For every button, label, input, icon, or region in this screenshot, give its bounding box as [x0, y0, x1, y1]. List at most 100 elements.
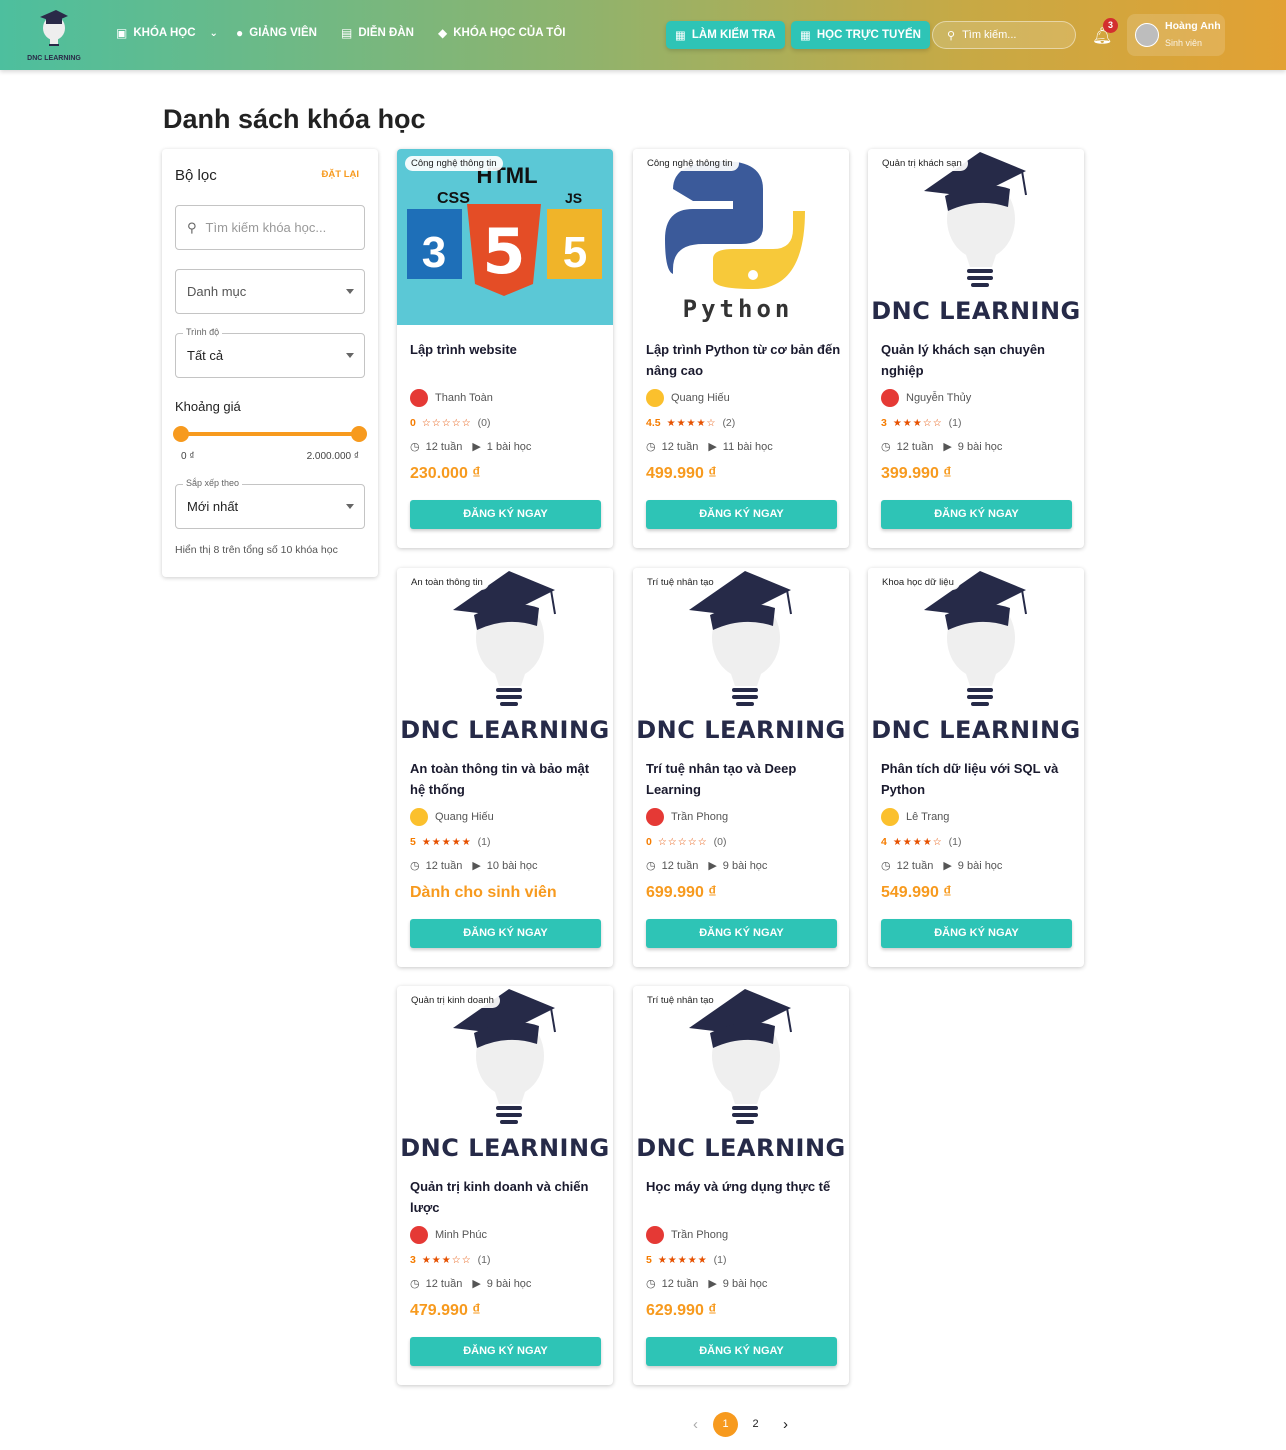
- course-title[interactable]: Quản trị kinh doanh và chiến lược: [410, 1176, 605, 1218]
- reset-button[interactable]: ĐẶT LẠI: [322, 169, 359, 180]
- nav-instructors[interactable]: ● GIẢNG VIÊN: [236, 26, 317, 40]
- level-select[interactable]: Trình độ Tất cả: [175, 327, 365, 378]
- lesson-count: 9 bài học: [486, 1277, 532, 1290]
- instructor-avatar: [410, 389, 428, 407]
- course-title[interactable]: Lập trình Python từ cơ bản đến nâng cao: [646, 339, 841, 381]
- review-count: (0): [477, 417, 491, 429]
- course-card[interactable]: DNC LEARNING Quản trị khách sạn Quản lý k…: [868, 149, 1084, 548]
- course-price: 549.990 ₫: [881, 884, 952, 901]
- course-thumbnail[interactable]: Python Công nghệ thông tin: [633, 149, 849, 325]
- svg-text:Python: Python: [683, 295, 794, 323]
- header-search-input[interactable]: ⚲ Tìm kiếm...: [932, 21, 1076, 49]
- duration: 12 tuần: [425, 859, 463, 872]
- duration: 12 tuần: [661, 859, 699, 872]
- rating-value: 0: [410, 417, 416, 429]
- prev-page-button[interactable]: ‹: [683, 1412, 708, 1437]
- lesson-count: 9 bài học: [957, 859, 1003, 872]
- category-select[interactable]: Danh mục: [175, 269, 365, 314]
- avatar: [1135, 23, 1159, 47]
- nav-forum[interactable]: ▤ DIỄN ĐÀN: [341, 26, 414, 40]
- course-meta: ◷ 12 tuần ▶ 10 bài học: [410, 859, 538, 873]
- play-circle-icon: ▶: [472, 860, 481, 872]
- course-price: 399.990 ₫: [881, 465, 952, 482]
- online-learning-button[interactable]: ▦ HỌC TRỰC TUYẾN: [791, 21, 930, 49]
- course-meta: ◷ 12 tuần ▶ 9 bài học: [881, 440, 1002, 454]
- instructor-avatar: [646, 1226, 664, 1244]
- register-button[interactable]: ĐĂNG KÝ NGAY: [881, 500, 1072, 529]
- book-icon: ▣: [116, 26, 128, 40]
- duration: 12 tuần: [661, 1277, 699, 1290]
- slider-max-thumb[interactable]: [351, 426, 367, 442]
- lightbulb-graduation-icon: [924, 152, 1027, 287]
- svg-text:3: 3: [422, 228, 446, 277]
- course-thumbnail[interactable]: DNC LEARNING Trí tuệ nhân tạo: [633, 568, 849, 744]
- course-title[interactable]: Quản lý khách sạn chuyên nghiệp: [881, 339, 1076, 381]
- nav-courses[interactable]: ▣ KHÓA HỌC ⌄: [116, 26, 218, 40]
- instructor: Minh Phúc: [410, 1226, 487, 1244]
- nav-label: KHÓA HỌC: [133, 27, 196, 39]
- course-meta: ◷ 12 tuần ▶ 9 bài học: [410, 1277, 532, 1291]
- sort-select[interactable]: Sắp xếp theo Mới nhất: [175, 478, 365, 529]
- register-button[interactable]: ĐĂNG KÝ NGAY: [410, 500, 601, 529]
- register-button[interactable]: ĐĂNG KÝ NGAY: [881, 919, 1072, 948]
- user-menu[interactable]: Hoàng Anh Sinh viên: [1127, 14, 1225, 56]
- page-button-2[interactable]: 2: [743, 1412, 768, 1437]
- course-title[interactable]: Lập trình website: [410, 339, 605, 360]
- slider-min-thumb[interactable]: [173, 426, 189, 442]
- register-button[interactable]: ĐĂNG KÝ NGAY: [646, 1337, 837, 1366]
- nav-my-courses[interactable]: ◆ KHÓA HỌC CỦA TÔI: [438, 26, 565, 40]
- dropdown-arrow-icon: [346, 353, 354, 362]
- instructor-name: Quang Hiếu: [671, 392, 730, 404]
- rating: 0 ☆☆☆☆☆ (0): [410, 417, 491, 429]
- course-card[interactable]: 535 HTML CSS JS Công nghệ thông tin Lập trì…: [397, 149, 613, 548]
- review-count: (2): [722, 417, 736, 429]
- course-title[interactable]: Học máy và ứng dụng thực tế: [646, 1176, 841, 1197]
- instructor: Nguyễn Thủy: [881, 389, 971, 407]
- lightbulb-graduation-icon: [924, 571, 1027, 706]
- review-count: (1): [948, 417, 962, 429]
- instructor-name: Quang Hiếu: [435, 811, 494, 823]
- duration: 12 tuần: [896, 859, 934, 872]
- next-page-button[interactable]: ›: [773, 1412, 798, 1437]
- course-thumbnail[interactable]: 535 HTML CSS JS Công nghệ thông tin: [397, 149, 613, 325]
- html-css-js-image: 535 HTML CSS JS: [397, 149, 613, 325]
- play-circle-icon: ▶: [943, 860, 952, 872]
- register-button[interactable]: ĐĂNG KÝ NGAY: [410, 1337, 601, 1366]
- category-chip: Công nghệ thông tin: [641, 156, 739, 171]
- course-thumbnail[interactable]: DNC LEARNING Khoa học dữ liệu: [868, 568, 1084, 744]
- course-card[interactable]: DNC LEARNING Khoa học dữ liệu Phân tích d…: [868, 568, 1084, 967]
- play-circle-icon: ▶: [472, 1278, 481, 1290]
- price-range-slider[interactable]: [173, 426, 367, 442]
- rating: 3 ★★★☆☆ (1): [881, 417, 962, 429]
- course-card[interactable]: DNC LEARNING Trí tuệ nhân tạo Học máy và …: [633, 986, 849, 1385]
- course-thumbnail[interactable]: DNC LEARNING Quản trị kinh doanh: [397, 986, 613, 1162]
- register-button[interactable]: ĐĂNG KÝ NGAY: [410, 919, 601, 948]
- course-card[interactable]: Python Công nghệ thông tin Lập trình Pyth…: [633, 149, 849, 548]
- top-navbar: DNC LEARNING ▣ KHÓA HỌC ⌄ ● GIẢNG VIÊN ▤ DIỄ…: [0, 0, 1286, 70]
- page-button-1[interactable]: 1: [713, 1412, 738, 1437]
- course-search-input[interactable]: ⚲ Tìm kiếm khóa học...: [175, 205, 365, 250]
- course-thumbnail[interactable]: DNC LEARNING An toàn thông tin: [397, 568, 613, 744]
- register-button[interactable]: ĐĂNG KÝ NGAY: [646, 500, 837, 529]
- star-icons: ★★★☆☆: [421, 1254, 472, 1266]
- course-title[interactable]: An toàn thông tin và bảo mật hệ thống: [410, 758, 605, 800]
- course-title[interactable]: Trí tuệ nhân tạo và Deep Learning: [646, 758, 841, 800]
- course-card[interactable]: DNC LEARNING An toàn thông tin An toàn th…: [397, 568, 613, 967]
- course-card[interactable]: DNC LEARNING Trí tuệ nhân tạo Trí tuệ nhâ…: [633, 568, 849, 967]
- logo[interactable]: DNC LEARNING: [24, 8, 84, 62]
- course-price: 479.990 ₫: [410, 1302, 481, 1319]
- duration: 12 tuần: [425, 440, 463, 453]
- register-button[interactable]: ĐĂNG KÝ NGAY: [646, 919, 837, 948]
- lightbulb-graduation-icon: [689, 989, 792, 1124]
- course-title[interactable]: Phân tích dữ liệu với SQL và Python: [881, 758, 1076, 800]
- person-icon: ●: [236, 26, 244, 40]
- quiz-button[interactable]: ▦ LÀM KIỂM TRA: [666, 21, 785, 49]
- rating: 0 ☆☆☆☆☆ (0): [646, 836, 727, 848]
- category-chip: Quản trị khách sạn: [876, 156, 968, 171]
- course-thumbnail[interactable]: DNC LEARNING Quản trị khách sạn: [868, 149, 1084, 325]
- svg-text:5: 5: [563, 228, 587, 277]
- rating-value: 5: [646, 1254, 652, 1266]
- course-card[interactable]: DNC LEARNING Quản trị kinh doanh Quản trị…: [397, 986, 613, 1385]
- rating: 5 ★★★★★ (1): [410, 836, 491, 848]
- course-thumbnail[interactable]: DNC LEARNING Trí tuệ nhân tạo: [633, 986, 849, 1162]
